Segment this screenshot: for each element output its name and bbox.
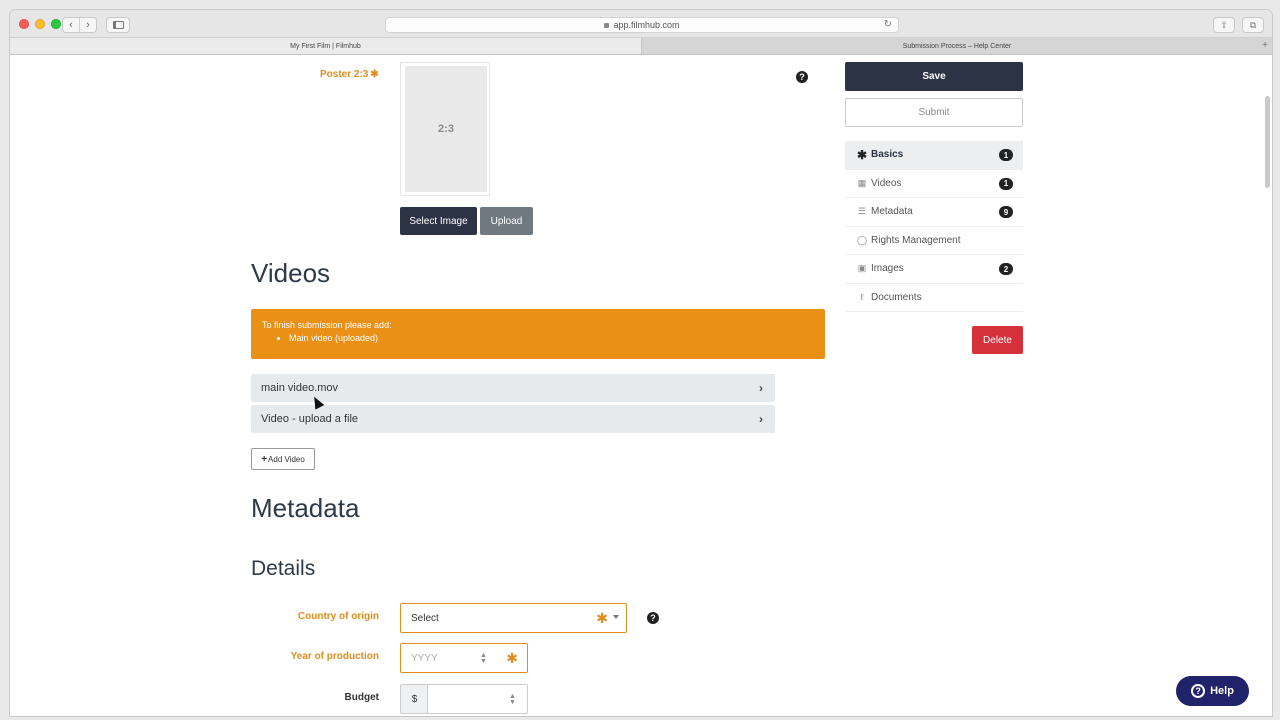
nav-buttons: ‹ › — [62, 17, 97, 33]
new-tab-icon[interactable]: + — [1262, 40, 1268, 51]
country-select[interactable]: Select ✱ — [400, 603, 627, 633]
currency-addon: $ — [400, 684, 428, 714]
nav-item-documents[interactable]: ℓ Documents — [845, 284, 1023, 312]
caret-down-icon — [613, 615, 619, 619]
reload-icon[interactable]: ↻ — [884, 19, 892, 30]
poster-label: Poster 2:3 ✱ — [320, 69, 379, 80]
close-window-button[interactable] — [19, 19, 29, 29]
sidebar-toggle-icon[interactable] — [106, 17, 130, 33]
tab-my-first-film[interactable]: My First Film | Filmhub — [10, 38, 641, 54]
paperclip-icon: ℓ — [860, 292, 864, 303]
chevron-right-icon: › — [759, 412, 763, 426]
upload-button[interactable]: Upload — [480, 207, 533, 235]
save-button[interactable]: Save — [845, 62, 1023, 91]
nav-item-rights-management[interactable]: ◯ Rights Management — [845, 227, 1023, 255]
count-badge: 2 — [999, 263, 1013, 275]
budget-label: Budget — [344, 692, 379, 703]
forward-icon[interactable]: › — [80, 18, 96, 32]
nav-item-videos[interactable]: ▦ Videos 1 — [845, 170, 1023, 198]
count-badge: 1 — [999, 177, 1013, 190]
count-badge: 9 — [999, 206, 1013, 218]
add-video-button[interactable]: + Add Video — [251, 448, 315, 470]
video-row-upload[interactable]: Video - upload a file › — [251, 405, 775, 433]
poster-preview: 2:3 — [400, 62, 490, 196]
alert-item: Main video (uploaded) — [289, 333, 814, 343]
budget-input[interactable]: ▲ ▼ — [427, 684, 528, 714]
count-badge: 1 — [999, 149, 1013, 161]
alert-title: To finish submission please add: — [262, 320, 392, 330]
page-scrollbar[interactable] — [1265, 96, 1270, 188]
submit-button[interactable]: Submit — [845, 98, 1023, 127]
question-circle-icon: ? — [1191, 684, 1206, 698]
nav-item-metadata[interactable]: ☰ Metadata 9 — [845, 198, 1023, 227]
maximize-window-button[interactable] — [51, 19, 61, 29]
browser-window: ‹ › app.filmhub.com ↻ ⇧ ⧉ My First Film … — [10, 10, 1272, 716]
plus-icon: + — [261, 453, 268, 465]
list-icon: ☰ — [857, 206, 867, 217]
videos-heading: Videos — [251, 258, 331, 288]
delete-button[interactable]: Delete — [972, 326, 1023, 354]
year-input[interactable]: YYYY ▲ ▼ ✱ — [400, 643, 528, 673]
asterisk-icon: ✱ — [856, 147, 868, 162]
image-icon: ▣ — [857, 263, 867, 274]
spinner-icon[interactable]: ▲ ▼ — [480, 652, 487, 665]
nav-item-basics[interactable]: ✱ Basics 1 — [845, 141, 1023, 170]
url-text: app.filmhub.com — [613, 20, 680, 30]
country-label: Country of origin — [297, 611, 379, 622]
select-image-button[interactable]: Select Image — [400, 207, 477, 235]
required-asterisk-icon: ✱ — [370, 69, 379, 80]
year-label: Year of production — [290, 651, 379, 662]
question-circle-icon[interactable]: ? — [796, 71, 808, 83]
tab-bar: My First Film | Filmhub Submission Proce… — [10, 38, 1272, 55]
lock-icon — [604, 22, 610, 28]
minimize-window-button[interactable] — [35, 19, 45, 29]
tabs-overview-icon[interactable]: ⧉ — [1242, 17, 1264, 33]
metadata-heading: Metadata — [251, 493, 360, 523]
back-icon[interactable]: ‹ — [63, 18, 80, 32]
help-widget-button[interactable]: ? Help — [1176, 676, 1249, 706]
nav-item-images[interactable]: ▣ Images 2 — [845, 255, 1023, 284]
film-icon: ▦ — [857, 177, 867, 188]
share-icon[interactable]: ⇧ — [1213, 17, 1235, 33]
browser-toolbar: ‹ › app.filmhub.com ↻ ⇧ ⧉ — [10, 10, 1272, 38]
video-row-main[interactable]: main video.mov › — [251, 374, 775, 402]
submission-alert: To finish submission please add: Main vi… — [251, 309, 825, 359]
details-heading: Details — [251, 557, 316, 580]
address-bar[interactable]: app.filmhub.com ↻ — [385, 17, 899, 33]
question-circle-icon[interactable]: ? — [647, 612, 659, 624]
globe-icon: ◯ — [856, 234, 868, 245]
required-asterisk-icon: ✱ — [506, 650, 518, 666]
required-asterisk-icon: ✱ — [596, 610, 608, 626]
chevron-right-icon: › — [759, 381, 763, 395]
poster-placeholder: 2:3 — [405, 66, 487, 192]
section-nav: ✱ Basics 1 ▦ Videos 1 ☰ Metadata 9 ◯ Rig… — [845, 141, 1023, 312]
spinner-icon[interactable]: ▲ ▼ — [509, 693, 516, 706]
tab-help-center[interactable]: Submission Process – Help Center — [641, 38, 1272, 54]
